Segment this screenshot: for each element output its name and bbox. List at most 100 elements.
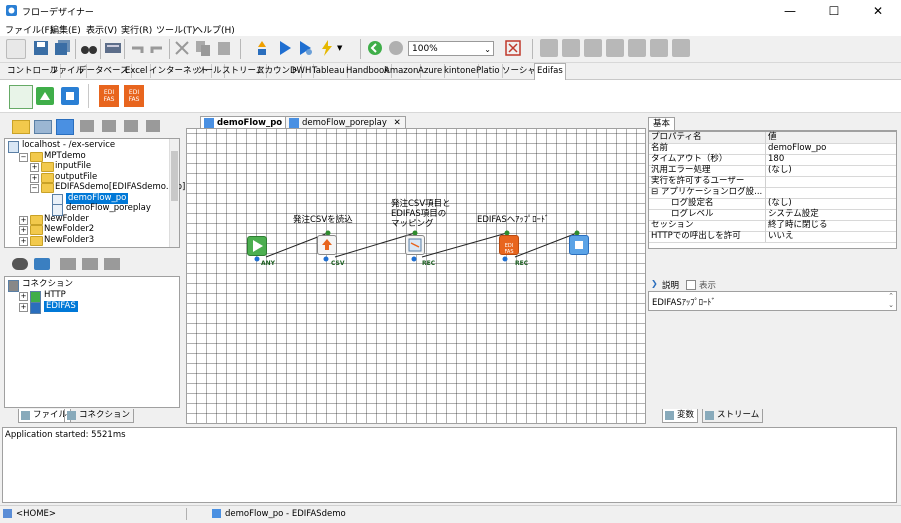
chevron-down-icon[interactable]: ❯ [651,279,658,288]
project-icon[interactable] [34,120,52,134]
align-right-icon[interactable] [606,39,624,57]
run-icon[interactable] [276,39,294,57]
show-description-checkbox[interactable] [686,280,696,290]
tree-icon[interactable] [102,120,116,132]
align-center-icon[interactable] [584,39,602,57]
expand-toggle[interactable]: + [30,173,39,183]
align-left-icon[interactable] [562,39,580,57]
open-folder-icon[interactable] [12,120,30,134]
align-icon[interactable] [540,39,558,57]
chevron-down-icon[interactable]: ▼ [337,39,347,57]
lightning-icon[interactable] [318,39,336,57]
save-all-icon[interactable] [54,39,72,57]
paste-icon[interactable] [215,39,233,57]
settings-icon[interactable] [104,258,120,270]
edifas-upload-node[interactable]: EDI FAS [499,235,519,255]
menu-help[interactable]: ヘルプ(H) [194,23,235,36]
log-panel[interactable]: Application started: 5521ms [2,427,897,503]
tab-label: demoFlow_poreplay [302,118,387,128]
tree-item-label[interactable]: NewFolder2 [44,224,94,235]
tab-stream[interactable]: ストリーム [702,409,764,423]
back-icon[interactable] [366,39,384,57]
tree-item-label[interactable]: outputFile [55,172,97,183]
refresh-icon[interactable] [34,258,50,270]
component-icon[interactable] [9,85,33,109]
align-top-icon[interactable] [628,39,646,57]
binoculars-icon[interactable] [80,39,98,57]
build-icon[interactable] [253,39,271,57]
mapping-node[interactable] [405,235,425,255]
start-component-icon[interactable] [36,87,54,105]
expand-toggle[interactable]: + [19,215,28,225]
tree-item-label[interactable]: localhost - /ex-service [22,140,115,151]
disconnect-icon[interactable] [82,258,98,270]
save-icon[interactable] [32,39,50,57]
component-tab[interactable]: Edifas [534,63,566,80]
component-tab[interactable]: Platio [474,64,503,78]
end-component-icon[interactable] [61,87,79,105]
property-row[interactable]: HTTPでの呼出しを許可 いいえ [649,231,896,243]
maximize-button[interactable]: ☐ [812,0,856,22]
tree-item-label[interactable]: NewFolder [44,214,89,225]
tree-item-label[interactable]: コネクション [22,279,73,290]
close-tab-icon[interactable]: ✕ [394,118,401,128]
cut-icon[interactable] [173,39,191,57]
flow-canvas[interactable]: ANY 発注CSVを読込 CSV 発注CSV項目と EDIFAS項目の マッピン… [186,128,646,424]
export-icon[interactable] [124,120,138,132]
scroll-arrows-icon[interactable]: ⌃ ⌄ [888,292,894,310]
expand-toggle[interactable]: + [30,163,39,172]
csv-read-node[interactable] [317,235,337,255]
expand-toggle[interactable]: − [19,152,28,162]
tree-item-label[interactable]: HTTP [44,290,66,301]
stop-icon[interactable] [387,39,405,57]
end-node[interactable] [569,235,589,255]
expand-toggle[interactable]: + [19,226,28,235]
tab-basic[interactable]: 基本 [648,117,676,130]
menu-view[interactable]: 表示(V) [86,23,117,36]
keyboard-icon[interactable] [104,39,122,57]
connection-icon[interactable] [12,258,28,270]
menu-file[interactable]: ファイル(F) [5,23,53,36]
edifas-download-icon[interactable]: EDI FAS [124,85,144,107]
expand-toggle[interactable]: + [19,303,28,312]
flow-icon[interactable] [56,119,74,135]
edifas-upload-icon[interactable]: EDI FAS [99,85,119,107]
status-document: demoFlow_po - EDIFASdemo [225,509,346,519]
property-value: いいえ [768,231,794,241]
component-tab[interactable]: Tableau [310,64,348,78]
tree-item-label[interactable]: demoFlow_po [66,192,129,204]
redo-icon[interactable] [148,39,166,57]
start-node[interactable] [247,236,267,256]
align-middle-icon[interactable] [650,39,668,57]
tab-variables[interactable]: 変数 [662,409,699,423]
tree-item-label[interactable]: EDIFAS [44,301,78,312]
tree-item-label[interactable]: MPTdemo [44,151,86,162]
close-button[interactable]: ✕ [856,0,900,22]
import-icon[interactable] [146,120,160,132]
menu-run[interactable]: 実行(R) [121,23,152,36]
connection-tree: コネクション + HTTP + EDIFAS [4,276,180,408]
copy-icon[interactable] [194,39,212,57]
zoom-select[interactable]: 100% ⌄ [408,41,494,56]
component-tab[interactable]: Azure [416,64,446,78]
minimize-button[interactable]: — [768,0,812,22]
debug-run-icon[interactable] [296,39,314,57]
tree-item-label[interactable]: NewFolder3 [44,235,94,246]
expand-toggle[interactable]: + [19,292,28,301]
tree-item-label[interactable]: inputFile [55,161,91,172]
expand-toggle[interactable]: − [30,184,39,193]
tool-icon[interactable] [80,120,94,132]
menu-edit[interactable]: 編集(E) [50,23,81,36]
description-field[interactable]: EDIFASｱｯﾌﾟﾛｰﾄﾞ ⌃ ⌄ [648,291,897,311]
file-tree-scrollbar[interactable] [169,139,179,247]
expand-toggle[interactable]: + [19,236,28,246]
tab-connection[interactable]: コネクション [64,409,135,423]
undo-icon[interactable] [128,39,146,57]
tree-item-label[interactable]: demoFlow_poreplay [66,203,151,214]
menu-tools[interactable]: ツール(T) [156,23,196,36]
connect-icon[interactable] [60,258,76,270]
fit-page-icon[interactable] [504,39,522,57]
align-bottom-icon[interactable] [672,39,690,57]
tree-item-label[interactable]: EDIFASdemo[EDIFASdemo.xfp] [55,182,185,193]
new-file-icon[interactable] [6,39,26,59]
